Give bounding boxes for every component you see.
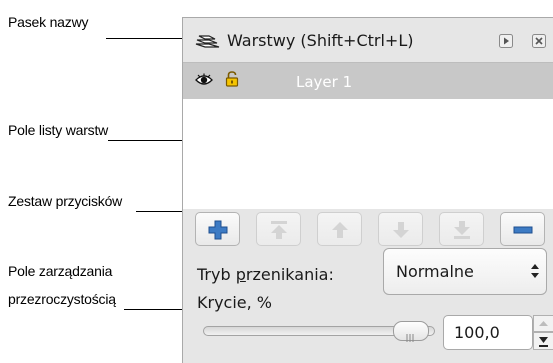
layer-name[interactable]: Layer 1 [296, 73, 352, 91]
callout-title-bar: Pasek nazwy [8, 14, 89, 30]
layer-row[interactable]: Layer 1 [183, 63, 553, 99]
opacity-label: Krycie, % [197, 293, 272, 312]
eye-icon[interactable] [195, 72, 213, 91]
close-icon[interactable] [532, 33, 546, 52]
unlocked-padlock-icon[interactable] [225, 71, 239, 91]
add-layer-button[interactable] [195, 212, 240, 246]
leader-opacity [124, 309, 182, 310]
callout-button-set: Zestaw przycisków [8, 193, 123, 209]
callout-layer-list: Pole listy warstw [8, 122, 109, 138]
lower-layer-button[interactable] [378, 212, 423, 246]
opacity-spinbox[interactable]: 100,0 [443, 315, 533, 350]
raise-layer-button[interactable] [317, 212, 362, 246]
blend-mode-label: Tryb przenikania: [197, 265, 334, 284]
dock-arrow-icon[interactable] [499, 33, 513, 52]
remove-layer-button[interactable] [500, 212, 545, 246]
raise-to-top-button[interactable] [256, 212, 301, 246]
blend-label-pre: Tryb [197, 265, 236, 284]
blend-mode-select[interactable]: Normalne [383, 248, 547, 295]
layers-dialog: Warstwy (Shift+Ctrl+L) Layer 1 Tryb prze… [182, 17, 553, 363]
blend-mode-value: Normalne [396, 262, 474, 281]
leader-layer-list [108, 140, 182, 141]
lower-to-bottom-button[interactable] [439, 212, 484, 246]
blend-label-post: rzenikania: [245, 265, 334, 284]
layers-icon [195, 33, 223, 53]
dialog-title-bar[interactable]: Warstwy (Shift+Ctrl+L) [183, 18, 553, 62]
opacity-value: 100,0 [454, 323, 500, 342]
dialog-title: Warstwy (Shift+Ctrl+L) [227, 31, 414, 50]
blend-label-mnemonic: p [235, 265, 246, 284]
layer-list[interactable]: Layer 1 [183, 62, 553, 209]
slider-grip-icon [406, 327, 416, 342]
callout-opacity-line2: przezroczystością [8, 291, 116, 307]
opacity-slider-thumb[interactable] [393, 321, 429, 342]
callout-opacity-line1: Pole zarządzania [8, 263, 113, 279]
opacity-spin-buttons[interactable] [533, 315, 553, 350]
updown-arrows-icon [530, 261, 540, 285]
